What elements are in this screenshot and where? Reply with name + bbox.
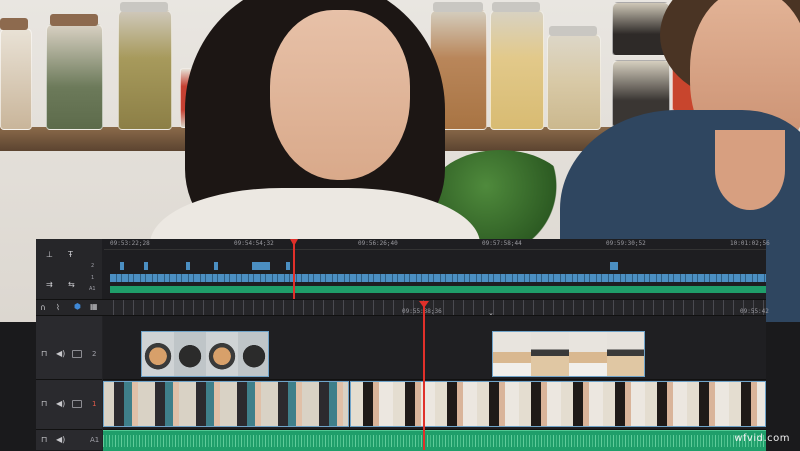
audio-clip[interactable] [103,430,766,451]
jar-lid [433,2,483,12]
text-icon[interactable]: Ŧ [68,251,73,259]
mini-clip [214,262,218,270]
magnet-icon[interactable]: ∩ [40,304,46,312]
timeline-editor: ⊥ Ŧ ⇉ ⇆ 09:53:22;28 09:54:54;32 09:56:26… [36,239,770,451]
clip-thumbnail [607,332,644,376]
mini-ruler: 09:53:22;28 09:54:54;32 09:56:26;40 09:5… [104,239,770,250]
audio-waveform [103,435,766,447]
lock-icon[interactable]: ⊓ [41,436,47,444]
jar-lid [0,18,28,30]
track-number: 1 [92,400,97,408]
clip-thumbnail [238,332,268,376]
mini-playhead[interactable] [293,239,295,299]
jar [0,28,32,130]
grid-icon[interactable]: ▦ [90,303,98,311]
flag-icon[interactable]: ⬢ [74,303,81,311]
clip-thumbnail [493,332,531,376]
jar [46,24,103,130]
mini-playhead-marker[interactable] [290,239,298,246]
jar-lid [50,14,98,26]
watermark: wfvid.com [734,433,790,444]
playhead-timecode: 09:55:38;36 [402,308,442,315]
swap-icon[interactable]: ⇆ [68,281,75,289]
clip-thumbnail [104,382,348,426]
playhead[interactable] [423,301,425,450]
track-header-a1: ⊓ ◀) A1 [36,430,102,450]
clip-thumbnail [142,332,174,376]
video-clip[interactable] [492,331,645,377]
track-header-v2: ⊓ ◀) 2 [36,316,102,380]
video-clip[interactable] [350,381,766,427]
blade-icon[interactable]: ⌇ [56,304,60,312]
lock-icon[interactable]: ⊓ [41,400,47,408]
track-header-v1: ⊓ ◀) 1 [36,380,102,430]
clip-thumbnail [174,332,206,376]
speaker-icon[interactable]: ◀) [56,400,65,408]
link-icon[interactable]: ⇉ [46,281,53,289]
mini-clip [252,262,270,270]
ruler-timecode: 09:54:54;32 [234,240,274,247]
clip-thumbnail [351,382,765,426]
jar-lid [549,26,597,36]
ruler-timecode: 09:59:30;52 [606,240,646,247]
woman-left-face [270,10,410,180]
clip-thumbnail [206,332,238,376]
mini-track-label-1: 1 [91,275,95,281]
timeline-toolbar: ∩ ⌇ ⬢ ▦ 09:55:38;36 09:55:42 ⌄ [36,300,769,317]
trim-icon[interactable]: ⊥ [46,251,53,259]
monitor-icon[interactable] [72,350,82,358]
woman-right-neck [715,130,785,210]
lock-icon[interactable]: ⊓ [41,350,47,358]
mini-track-label-a1: A1 [89,286,96,292]
ruler-timecode: 09:57:58;44 [482,240,522,247]
jar-lid [120,2,168,12]
mini-clip [144,262,148,270]
jar [547,34,601,130]
speaker-icon[interactable]: ◀) [56,350,65,358]
mini-clip [186,262,190,270]
monitor-icon[interactable] [72,400,82,408]
clip-thumbnail [531,332,569,376]
mini-track-a1 [110,286,766,293]
mini-clip [120,262,124,270]
clip-thumbnail [569,332,607,376]
ruler-timecode: 10:01:02;56 [730,240,770,247]
ruler-timecode: 09:53:22;28 [110,240,150,247]
mini-track-label-2: 2 [91,263,95,269]
jar-lid [492,2,540,12]
track-number: A1 [90,436,100,444]
video-clip[interactable] [103,381,349,427]
mini-track-1 [110,274,766,282]
mini-clip [610,262,618,270]
mini-clip [286,262,290,270]
playhead-marker[interactable] [419,301,429,308]
speaker-icon[interactable]: ◀) [56,436,65,444]
track-number: 2 [92,350,97,358]
ruler-timecode: 09:56:26;40 [358,240,398,247]
jar [490,10,544,130]
ruler-timecode: 09:55:42 [740,308,769,315]
jar [118,10,172,130]
mini-timeline: ⊥ Ŧ ⇉ ⇆ 09:53:22;28 09:54:54;32 09:56:26… [36,239,770,300]
video-clip[interactable] [141,331,269,377]
